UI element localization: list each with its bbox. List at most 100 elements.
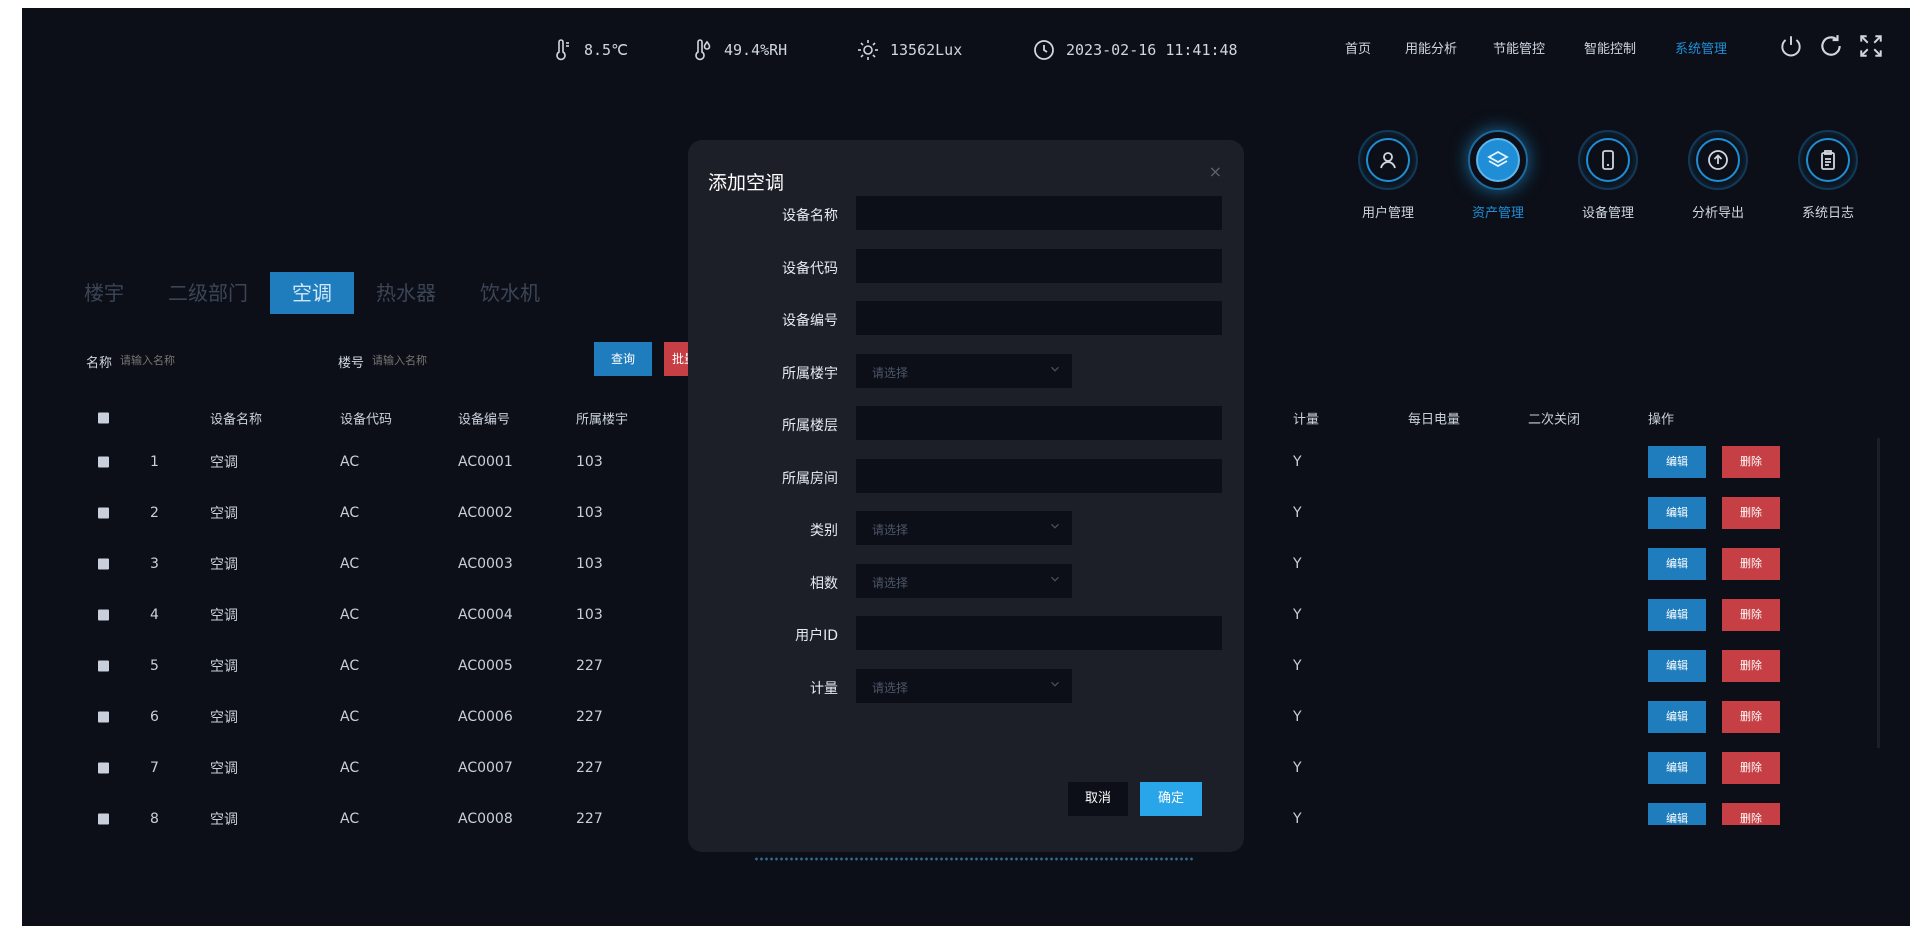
close-icon[interactable]: × bbox=[1209, 162, 1222, 181]
field-input[interactable] bbox=[856, 459, 1222, 493]
field-label: 设备编号 bbox=[782, 313, 838, 329]
field-input[interactable] bbox=[856, 301, 1222, 335]
cell-serial: AC0003 bbox=[458, 555, 513, 572]
cell-meter: Y bbox=[1293, 708, 1302, 725]
delete-button[interactable]: 删除 bbox=[1722, 649, 1780, 682]
power-icon[interactable] bbox=[1778, 33, 1804, 59]
module-asset-management[interactable]: 资产管理 bbox=[1458, 130, 1538, 221]
field-label: 设备名称 bbox=[782, 208, 838, 224]
chevron-down-icon bbox=[1051, 576, 1059, 582]
delete-button[interactable]: 删除 bbox=[1722, 445, 1780, 478]
cell-no: 3 bbox=[150, 555, 159, 572]
refresh-icon[interactable] bbox=[1818, 33, 1844, 59]
building-filter-input[interactable] bbox=[372, 346, 532, 374]
cell-serial: AC0005 bbox=[458, 657, 513, 674]
humidity-icon bbox=[695, 39, 711, 61]
row-checkbox[interactable] bbox=[98, 558, 109, 569]
sun-icon bbox=[858, 40, 878, 60]
row-checkbox[interactable] bbox=[98, 660, 109, 671]
module-label: 系统日志 bbox=[1801, 206, 1854, 221]
name-filter-input[interactable] bbox=[120, 346, 280, 374]
field-input[interactable] bbox=[856, 616, 1222, 650]
column-header: 每日电量 bbox=[1408, 412, 1461, 428]
cell-no: 8 bbox=[150, 810, 159, 826]
delete-button[interactable]: 删除 bbox=[1722, 700, 1780, 733]
field-input[interactable] bbox=[856, 249, 1222, 283]
tab-building[interactable]: 楼宇 bbox=[62, 272, 146, 314]
temperature-value: 8.5℃ bbox=[584, 41, 628, 59]
table-scrollbar[interactable] bbox=[1877, 438, 1880, 748]
nav-home[interactable]: 首页 bbox=[1345, 38, 1371, 57]
cell-serial: AC0002 bbox=[458, 504, 513, 521]
row-checkbox[interactable] bbox=[98, 711, 109, 722]
edit-button[interactable]: 编辑 bbox=[1648, 598, 1706, 631]
tab-water-heater[interactable]: 热水器 bbox=[354, 272, 458, 314]
field-select[interactable]: 请选择 bbox=[856, 354, 1072, 388]
row-checkbox[interactable] bbox=[98, 813, 109, 824]
edit-button[interactable]: 编辑 bbox=[1648, 751, 1706, 784]
confirm-button[interactable]: 确定 bbox=[1140, 782, 1202, 816]
delete-button[interactable]: 删除 bbox=[1722, 598, 1780, 631]
cell-no: 5 bbox=[150, 657, 159, 674]
row-checkbox[interactable] bbox=[98, 609, 109, 620]
edit-button[interactable]: 编辑 bbox=[1648, 496, 1706, 529]
cell-no: 7 bbox=[150, 759, 159, 776]
humidity-value: 49.4%RH bbox=[724, 41, 788, 59]
tab-department[interactable]: 二级部门 bbox=[146, 272, 270, 314]
edit-button[interactable]: 编辑 bbox=[1648, 547, 1706, 580]
cell-name: 空调 bbox=[210, 658, 238, 675]
cell-building: 103 bbox=[576, 606, 603, 623]
row-checkbox[interactable] bbox=[98, 507, 109, 518]
module-user-management[interactable]: 用户管理 bbox=[1348, 130, 1428, 221]
cell-no: 1 bbox=[150, 453, 159, 470]
field-input[interactable] bbox=[856, 196, 1222, 230]
cell-building: 103 bbox=[576, 504, 603, 521]
edit-button[interactable]: 编辑 bbox=[1648, 445, 1706, 478]
layers-icon bbox=[1487, 150, 1509, 168]
cell-no: 6 bbox=[150, 708, 159, 725]
clock-icon bbox=[1034, 40, 1054, 60]
edit-button[interactable]: 编辑 bbox=[1648, 700, 1706, 733]
module-device-management[interactable]: 设备管理 bbox=[1568, 130, 1648, 221]
edit-button[interactable]: 编辑 bbox=[1648, 802, 1706, 825]
field-label: 相数 bbox=[810, 576, 838, 592]
field-label: 所属楼层 bbox=[782, 418, 838, 434]
field-label: 计量 bbox=[810, 681, 838, 697]
cell-serial: AC0006 bbox=[458, 708, 513, 725]
column-header: 计量 bbox=[1293, 412, 1320, 428]
module-system-log[interactable]: 系统日志 bbox=[1788, 130, 1868, 221]
delete-button[interactable]: 删除 bbox=[1722, 751, 1780, 784]
cell-code: AC bbox=[340, 504, 360, 521]
row-checkbox[interactable] bbox=[98, 762, 109, 773]
chevron-down-icon bbox=[1051, 681, 1059, 687]
cell-code: AC bbox=[340, 759, 360, 776]
module-label: 设备管理 bbox=[1581, 206, 1634, 221]
cell-code: AC bbox=[340, 657, 360, 674]
nav-system-management[interactable]: 系统管理 bbox=[1675, 38, 1727, 57]
module-analysis-export[interactable]: 分析导出 bbox=[1678, 130, 1758, 221]
field-select[interactable]: 请选择 bbox=[856, 564, 1072, 598]
select-all-checkbox[interactable] bbox=[98, 412, 109, 424]
humidity-readout: 49.4%RH bbox=[690, 38, 787, 62]
delete-button[interactable]: 删除 bbox=[1722, 802, 1780, 825]
cell-name: 空调 bbox=[210, 709, 238, 726]
fullscreen-icon[interactable] bbox=[1858, 33, 1884, 59]
cancel-button[interactable]: 取消 bbox=[1068, 782, 1128, 816]
field-input[interactable] bbox=[856, 406, 1222, 440]
nav-energy-analysis[interactable]: 用能分析 bbox=[1405, 38, 1457, 57]
tab-water-dispenser[interactable]: 饮水机 bbox=[458, 272, 562, 314]
row-checkbox[interactable] bbox=[98, 456, 109, 467]
edit-button[interactable]: 编辑 bbox=[1648, 649, 1706, 682]
tab-air-conditioner[interactable]: 空调 bbox=[270, 272, 354, 314]
field-select[interactable]: 请选择 bbox=[856, 511, 1072, 545]
add-air-conditioner-dialog: 添加空调 × 设备名称 设备代码 设备编号 所属楼宇 请选择 所属楼层 所属房间 类别 请选择相… bbox=[688, 140, 1244, 852]
nav-smart-control[interactable]: 智能控制 bbox=[1584, 38, 1636, 57]
query-button[interactable]: 查询 bbox=[594, 342, 652, 376]
cell-name: 空调 bbox=[210, 607, 238, 624]
nav-energy-control[interactable]: 节能管控 bbox=[1493, 38, 1545, 57]
cell-name: 空调 bbox=[210, 505, 238, 522]
delete-button[interactable]: 删除 bbox=[1722, 496, 1780, 529]
cell-serial: AC0004 bbox=[458, 606, 513, 623]
field-select[interactable]: 请选择 bbox=[856, 669, 1072, 703]
delete-button[interactable]: 删除 bbox=[1722, 547, 1780, 580]
